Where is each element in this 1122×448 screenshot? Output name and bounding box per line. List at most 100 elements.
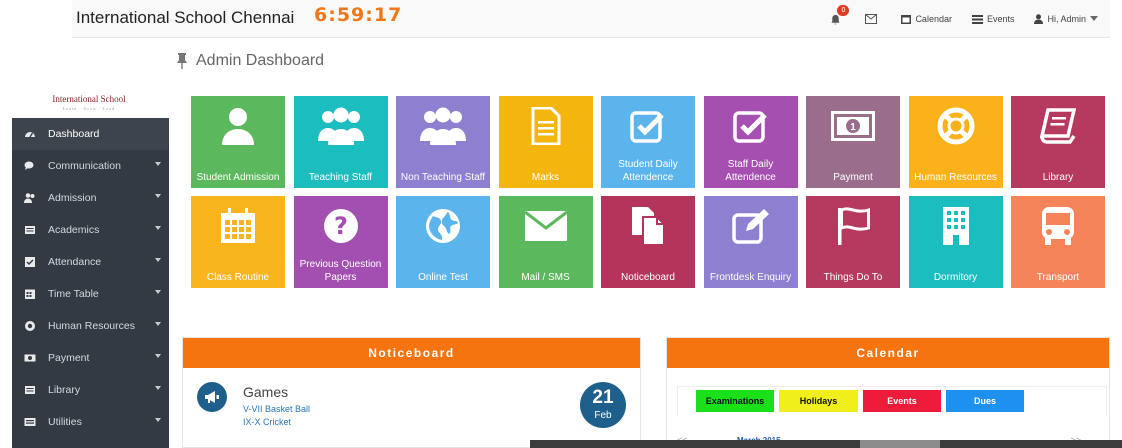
sidebar-item-library[interactable]: Library [12,374,169,406]
sidebar-item-label: Human Resources [48,320,135,332]
caret-down-icon [155,418,161,422]
tile-things-do-to[interactable]: Things Do To [806,196,900,288]
sidebar-item-utilities[interactable]: Utilities [12,406,169,438]
comments-icon [24,160,36,172]
group-icon [396,106,490,146]
tile-staff-daily-attendence[interactable]: Staff Daily Attendence [703,96,798,188]
tile-student-daily-attendence[interactable]: Student Daily Attendence [601,96,695,188]
tile-label: Student Admission [196,172,280,183]
check-icon [24,256,36,268]
sidebar-item-time-table[interactable]: Time Table [12,278,169,310]
tile-library[interactable]: Library [1011,96,1105,188]
tile-non-teaching-staff[interactable]: Non Teaching Staff [396,96,490,188]
school-logo: International School Learn · Grow · Lead [44,94,134,114]
tile-noticeboard[interactable]: Noticeboard [601,196,695,288]
logo-placeholder [10,0,72,38]
tile-payment[interactable]: 1 Payment [806,96,900,188]
caret-down-icon [155,162,161,166]
top-bar: International School Chennai 6:59:17 0 C… [10,0,1110,38]
notice-day: 21 [592,387,614,408]
tile-label: Human Resources [914,172,997,183]
tile-human-resources[interactable]: Human Resources [908,96,1003,188]
calendar-header: Calendar [667,338,1109,368]
question-icon: ? [294,206,388,246]
tile-previous-question-papers[interactable]: ? Previous Question Papers [293,196,388,288]
legend-dues: Dues [946,390,1024,412]
book-icon [24,384,36,396]
tile-label: Marks [531,172,560,183]
notice-item[interactable]: Games V-VII Basket Ball IX-X Cricket 21 … [183,368,640,448]
caret-down-icon [1090,16,1098,21]
calendar-icon [901,15,912,24]
events-link-label: Events [986,14,1015,24]
calendar-link[interactable]: Calendar [901,14,952,24]
taskbar-fragment [530,440,1122,448]
user-icon [191,106,285,146]
lifebuoy-icon [909,106,1003,146]
document-icon [499,106,593,146]
events-link[interactable]: Events [971,14,1015,24]
tile-mail-sms[interactable]: Mail / SMS [498,196,593,288]
pushpin-icon [177,53,187,69]
caret-down-icon [155,386,161,390]
tile-label: Frontdesk Enquiry [709,272,792,283]
page-title-text: Admin Dashboard [196,52,325,69]
caret-down-icon [155,226,161,230]
sidebar-item-academics[interactable]: Academics [12,214,169,246]
tile-class-routine[interactable]: Class Routine [191,196,285,288]
svg-text:1: 1 [850,122,856,133]
caret-down-icon [155,194,161,198]
tile-label: Previous Question Papers [299,259,382,283]
tile-transport[interactable]: Transport [1011,196,1105,288]
tile-label: Dormitory [933,272,978,283]
tile-label: Class Routine [206,272,270,283]
user-icon [1034,14,1044,24]
envelope-icon [499,206,593,246]
calendar-panel: Calendar Examinations Holidays Events Du… [666,337,1110,448]
sidebar-item-dashboard[interactable]: Dashboard [12,118,169,150]
noticeboard-panel: Noticeboard Games V-VII Basket Ball IX-X… [182,337,641,448]
sidebar-item-admission[interactable]: Admission [12,182,169,214]
dashboard-icon [24,128,36,140]
calendar-legend: Examinations Holidays Events Dues [696,390,1029,412]
tile-label: Payment [833,172,873,183]
notice-line[interactable]: V-VII Basket Ball [243,404,310,414]
tile-dormitory[interactable]: Dormitory [908,196,1003,288]
sidebar-item-attendance[interactable]: Attendance [12,246,169,278]
notifications-button[interactable]: 0 [830,4,850,25]
tile-teaching-staff[interactable]: Teaching Staff [293,96,388,188]
tile-label: Mail / SMS [521,272,570,283]
user-menu-label: Hi, Admin [1047,14,1086,24]
book-icon [1011,106,1105,146]
users-icon [24,192,36,204]
svg-text:?: ? [334,212,348,240]
sidebar-item-human-resources[interactable]: Human Resources [12,310,169,342]
tile-frontdesk-enquiry[interactable]: Frontdesk Enquiry [703,196,798,288]
logo-name: International School [52,94,126,104]
tile-online-test[interactable]: Online Test [396,196,490,288]
school-name: International School Chennai [76,8,295,27]
utilities-icon [24,416,36,428]
sidebar-item-payment[interactable]: Payment [12,342,169,374]
sidebar-item-label: Dashboard [48,128,100,140]
notification-badge: 0 [837,4,850,16]
edit-icon [704,206,798,246]
sidebar-item-label: Communication [48,160,121,172]
tile-label: Online Test [418,272,468,283]
tile-student-admission[interactable]: Student Admission [191,96,285,188]
book-icon [24,224,36,236]
sidebar-item-communication[interactable]: Communication [12,150,169,182]
notice-title: Games [243,384,289,400]
notice-line[interactable]: IX-X Cricket [243,417,291,427]
legend-events: Events [863,390,941,412]
notice-month: Feb [594,410,612,421]
sidebar-item-label: Attendance [48,256,102,268]
messages-button[interactable] [865,14,881,24]
page-title: Admin Dashboard [176,52,324,70]
user-menu[interactable]: Hi, Admin [1034,14,1102,24]
sidebar-item-label: Utilities [48,416,82,428]
tile-marks[interactable]: Marks [498,96,593,188]
calendar-icon [24,288,36,300]
tile-label: Noticeboard [621,272,675,283]
tile-label: Things Do To [823,272,883,283]
